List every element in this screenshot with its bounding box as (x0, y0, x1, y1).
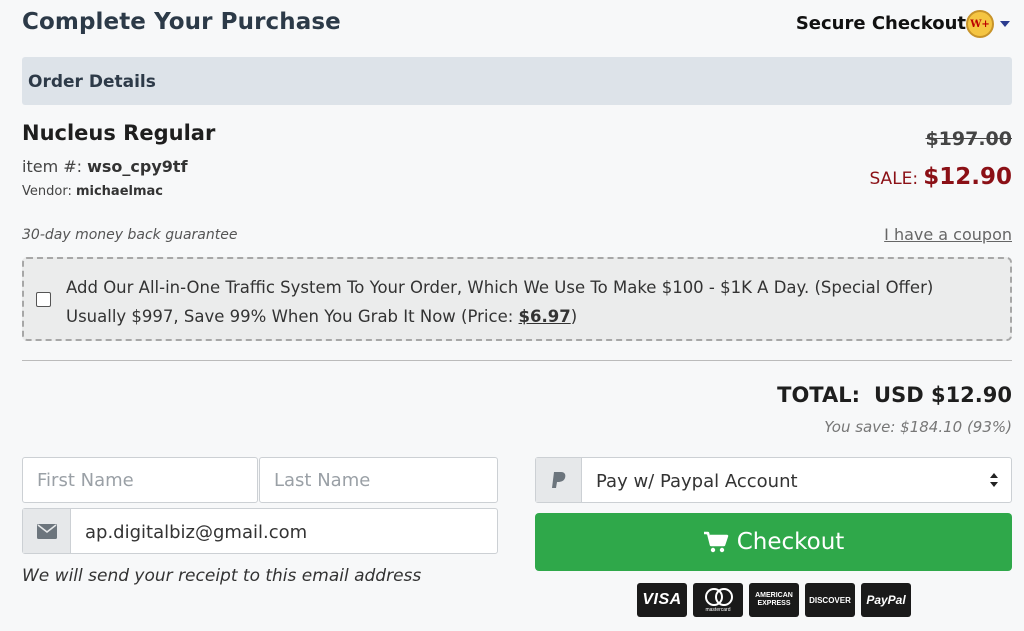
first-name-input[interactable]: First Name (22, 457, 258, 503)
accepted-cards: VISA mastercard AMERICAN EXPRESS DISCOVE… (637, 583, 911, 617)
email-value: ap.digitalbiz@gmail.com (85, 522, 308, 543)
sale-label: SALE: (869, 169, 919, 189)
page-header: Complete Your Purchase Secure Checkout W… (0, 0, 1024, 50)
order-total: TOTAL: USD $12.90 (777, 383, 1012, 407)
divider (22, 360, 1012, 361)
page-title: Complete Your Purchase (22, 9, 341, 35)
visa-card-icon: VISA (637, 583, 687, 617)
coupon-link[interactable]: I have a coupon (884, 225, 1012, 244)
checkout-button[interactable]: Checkout (535, 513, 1012, 571)
paypal-card-icon: PayPal (861, 583, 911, 617)
upsell-offer-box: Add Our All-in-One Traffic System To You… (22, 257, 1012, 341)
product-name: Nucleus Regular (22, 121, 216, 145)
amex-card-icon: AMERICAN EXPRESS (749, 583, 799, 617)
guarantee-text: 30-day money back guarantee (22, 227, 238, 243)
sale-price: $12.90 (923, 164, 1012, 190)
mastercard-card-icon: mastercard (693, 583, 743, 617)
upsell-offer-suffix: ) (570, 307, 578, 326)
envelope-icon (23, 509, 71, 553)
sale-price-line: SALE: $12.90 (869, 164, 1012, 190)
total-value: USD $12.90 (874, 383, 1012, 407)
upsell-offer-description: Add Our All-in-One Traffic System To You… (66, 278, 934, 326)
paypal-icon (536, 458, 582, 502)
order-details-header: Order Details (22, 57, 1012, 105)
receipt-note: We will send your receipt to this email … (22, 566, 422, 586)
checkout-label: Checkout (736, 529, 845, 555)
payment-method-select[interactable]: Pay w/ Paypal Account (535, 457, 1012, 503)
upsell-offer-text: Add Our All-in-One Traffic System To You… (66, 273, 996, 331)
item-number: item #: wso_cpy9tf (22, 157, 188, 176)
original-price: $197.00 (925, 128, 1012, 150)
total-label: TOTAL: (777, 383, 861, 407)
logo-text: W+ (970, 18, 990, 30)
secure-checkout-label: Secure Checkout (795, 13, 966, 34)
upsell-checkbox[interactable] (36, 292, 51, 307)
chevron-down-icon[interactable] (1000, 21, 1010, 27)
discover-card-icon: DISCOVER (805, 583, 855, 617)
select-arrows-icon (990, 473, 998, 487)
payment-method-value: Pay w/ Paypal Account (596, 471, 798, 492)
vendor: Vendor: michaelmac (22, 184, 163, 199)
upsell-offer-price: $6.97 (518, 307, 571, 326)
item-number-label: item #: (22, 157, 83, 176)
item-number-value: wso_cpy9tf (87, 157, 188, 176)
shopping-cart-icon (703, 531, 728, 553)
vendor-name: michaelmac (75, 184, 164, 199)
email-field[interactable]: ap.digitalbiz@gmail.com (22, 508, 498, 554)
warrior-plus-logo[interactable]: W+ (966, 10, 994, 38)
order-details-title: Order Details (28, 72, 156, 92)
vendor-label: Vendor: (22, 184, 72, 199)
last-name-input[interactable]: Last Name (259, 457, 498, 503)
savings-text: You save: $184.10 (93%) (824, 418, 1012, 436)
